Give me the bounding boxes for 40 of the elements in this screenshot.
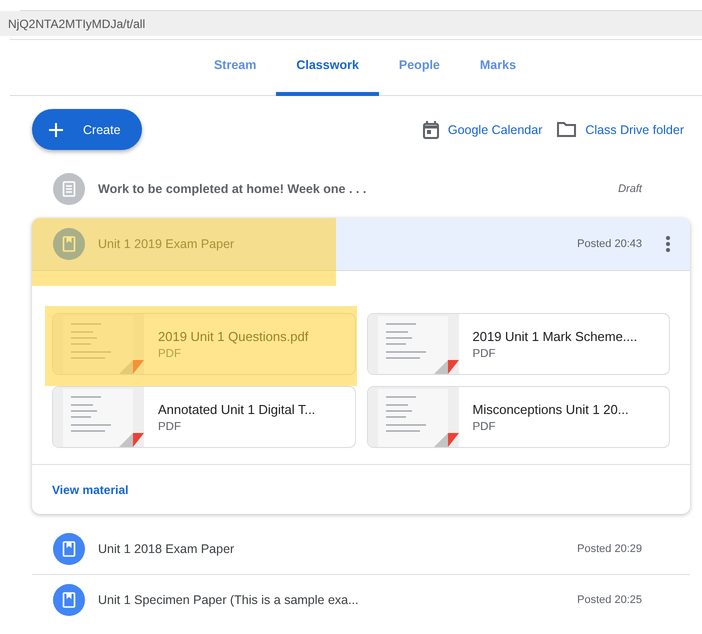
tab[interactable]: Classwork <box>276 40 379 96</box>
item-title: Unit 1 2018 Exam Paper <box>98 542 236 556</box>
calendar-icon <box>422 120 439 138</box>
folder-icon <box>557 122 576 137</box>
item-title: Unit 1 2019 Exam Paper <box>98 237 236 251</box>
file-type: PDF <box>158 348 182 360</box>
status-text: Posted 20:29 <box>577 543 642 555</box>
tab[interactable]: Marks <box>460 40 536 96</box>
file-type: PDF <box>472 420 496 432</box>
file-name: 2019 Unit 1 Questions.pdf <box>158 328 308 344</box>
file-name: Annotated Unit 1 Digital T... <box>158 402 316 416</box>
tab[interactable]: People <box>378 40 460 96</box>
classwork-row[interactable]: Unit 1 Specimen Paper (This is a sample exa... Posted 20:25 <box>32 574 690 625</box>
status-text: Posted 20:25 <box>577 594 642 606</box>
classwork-row[interactable]: Work to be completed at home! Week one . . . Draft <box>32 164 690 214</box>
item-title: Work to be completed at home! Week one . . . <box>98 182 368 196</box>
url-text: NjQ2NTA2MTIyMDJa/t/all <box>7 16 146 30</box>
classwork-row[interactable]: Unit 1 2018 Exam Paper Posted 20:29 <box>32 524 690 574</box>
item-title: Unit 1 Specimen Paper (This is a sample exa... <box>98 593 360 607</box>
material-icon <box>53 533 85 565</box>
material-icon <box>53 228 85 260</box>
attachment-card[interactable]: Misconceptions Unit 1 20... PDF <box>366 386 670 448</box>
file-type: PDF <box>472 348 496 360</box>
file-type: PDF <box>158 420 182 432</box>
view-material-link[interactable]: View material <box>52 483 128 497</box>
status-text: Posted 20:43 <box>577 238 642 250</box>
status-text: Draft <box>618 183 642 195</box>
file-name: Misconceptions Unit 1 20... <box>472 402 629 416</box>
attachment-card[interactable]: 2019 Unit 1 Mark Scheme.... PDF <box>366 313 670 375</box>
attachment-card[interactable]: Annotated Unit 1 Digital T... PDF <box>52 386 356 448</box>
create-button[interactable]: Create <box>32 109 142 150</box>
more-icon[interactable] <box>666 236 670 252</box>
tab[interactable]: Stream <box>194 40 276 96</box>
file-name: 2019 Unit 1 Mark Scheme.... <box>472 328 638 344</box>
link[interactable]: Google Calendar <box>422 120 542 138</box>
material-icon <box>53 584 85 616</box>
link[interactable]: Class Drive folder <box>557 120 684 138</box>
plus-icon <box>49 122 63 136</box>
address-bar[interactable]: NjQ2NTA2MTIyMDJa/t/all <box>0 11 702 36</box>
assignment-icon <box>53 173 85 205</box>
